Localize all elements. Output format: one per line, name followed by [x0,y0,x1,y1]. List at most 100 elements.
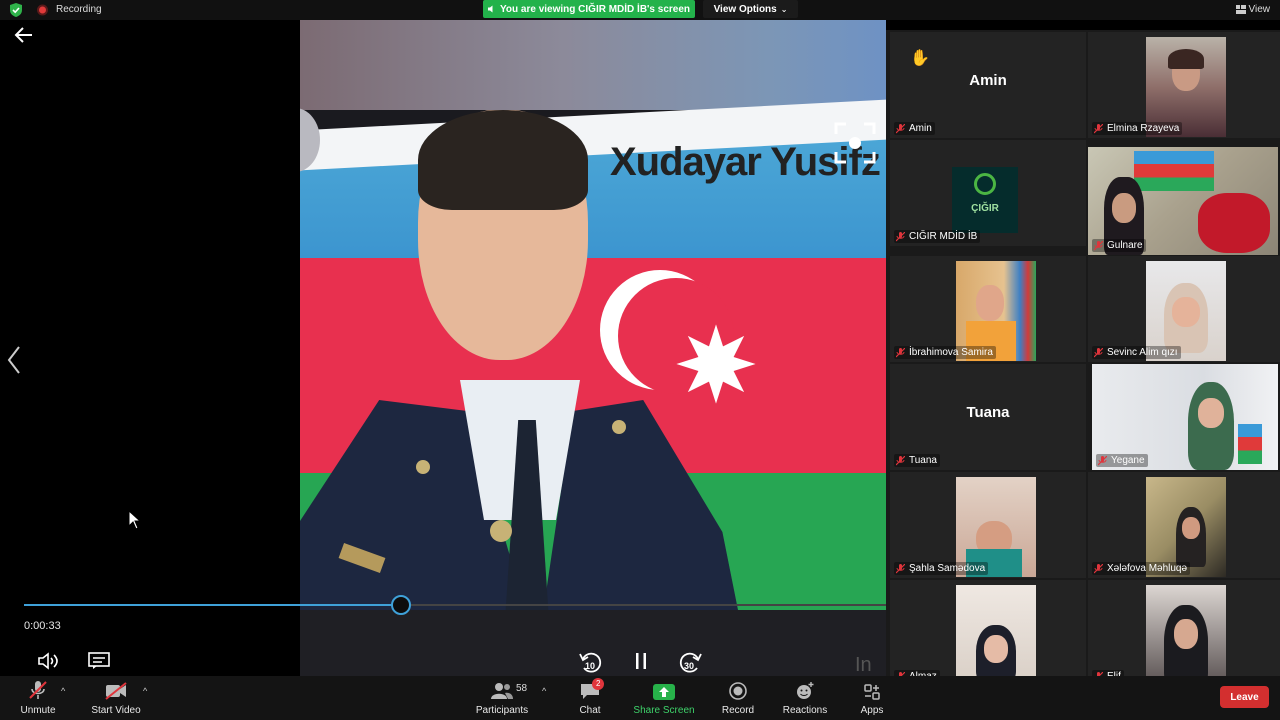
record-label: Record [721,705,755,716]
record-icon [729,682,747,700]
cigir-logo-text: ÇIĞIR [971,203,999,214]
view-options-button[interactable]: View Options ⌄ [703,0,798,18]
video-progress-bar[interactable] [24,595,886,615]
share-screen-label: Share Screen [633,705,695,716]
participant-gallery[interactable]: ✋ Amin Amin Elmina Rzayeva ÇIĞIR CIĞIR M… [886,30,1280,690]
apps-icon [864,684,880,700]
apps-label: Apps [860,705,884,716]
mic-muted-icon [1098,455,1107,465]
participant-tile[interactable]: Yegane [1092,364,1278,470]
unmute-button[interactable]: Unmute [14,676,62,720]
person-hair [418,110,588,210]
participant-name: Sevinc Alim qızı [1107,347,1178,358]
video-logo-text: In [855,654,872,676]
star-icon [676,324,756,404]
pause-icon[interactable] [634,652,648,670]
raised-hand-icon: ✋ [910,50,930,67]
shared-screen[interactable]: Xudayar Yusifz In 0:00:33 10 30 [0,20,886,676]
start-video-label: Start Video [91,705,141,716]
participant-tile[interactable]: ✋ Amin Amin [890,32,1086,138]
viewing-banner-text: You are viewing CIĞIR MDİD İB's screen [500,3,691,15]
progress-thumb[interactable] [390,595,411,615]
mic-muted-icon [896,563,905,573]
participant-name: Xəlǝfova Məhluqə [1107,563,1188,574]
mic-muted-icon [1094,563,1103,573]
participant-tile[interactable]: İbrahimova Samira [890,256,1086,362]
participant-name: Tuana [909,455,937,466]
participant-big-name: Amin [969,72,1007,89]
volume-icon[interactable] [38,652,60,670]
view-options-label: View Options [713,3,777,15]
leave-label: Leave [1230,691,1259,703]
unmute-label: Unmute [20,705,56,716]
participant-tile[interactable]: Xəlǝfova Məhluqə [1088,472,1280,578]
mic-muted-icon [1094,240,1103,250]
participant-name: İbrahimova Samira [909,347,993,358]
recording-icon [37,4,48,16]
participant-tile[interactable]: Sevinc Alim qızı [1088,256,1280,362]
progress-fill [24,604,401,606]
participant-tile[interactable]: ÇIĞIR CIĞIR MDİD İB [890,140,1086,246]
apps-button[interactable]: Apps [858,676,886,720]
video-off-icon [105,682,127,700]
chevron-down-icon: ⌄ [780,4,788,14]
mic-muted-icon [896,231,905,241]
participants-label: Participants [475,705,529,716]
participant-name: Yegane [1111,455,1145,466]
start-video-button[interactable]: Start Video [88,676,144,720]
mouse-cursor-icon [128,510,142,530]
video-frame[interactable]: Xudayar Yusifz In [300,20,886,676]
viewing-banner: You are viewing CIĞIR MDİD İB's screen [483,0,695,18]
scan-icon [834,122,876,164]
meeting-toolbar: Unmute ^ Start Video ^ Participants 58 ^… [0,676,1280,720]
participant-name: Gulnare [1107,240,1143,251]
mic-muted-icon [1094,347,1103,357]
chevron-up-icon[interactable]: ^ [61,686,65,696]
mini-flag [1238,424,1262,464]
red-flowers [1198,193,1270,253]
share-screen-icon [653,684,675,700]
view-button[interactable]: View [1235,4,1271,15]
participant-tile[interactable]: Almaz [890,580,1086,686]
mic-muted-icon [29,681,47,699]
mic-muted-icon [1094,123,1103,133]
speaker-icon [488,5,493,13]
chevron-left-icon[interactable] [6,345,22,375]
cigir-logo: ÇIĞIR [952,167,1018,233]
chat-label: Chat [579,705,601,716]
participant-tile[interactable]: Tuana Tuana [890,364,1086,470]
chevron-up-icon[interactable]: ^ [542,686,546,696]
epaulette-button [612,420,626,434]
record-button[interactable]: Record [718,676,758,720]
leave-button[interactable]: Leave [1220,686,1269,708]
participant-name: Elmina Rzayeva [1107,123,1180,134]
share-screen-button[interactable]: Share Screen [632,676,696,720]
participant-name: CIĞIR MDİD İB [909,231,978,242]
captions-icon[interactable] [88,652,110,670]
participants-icon [491,683,513,699]
participants-count: 58 [516,683,528,694]
rewind-seconds: 10 [585,661,596,671]
status-bar: Recording You are viewing CIĞIR MDİD İB'… [0,0,1280,20]
participant-name: Amin [909,123,932,134]
reactions-button[interactable]: Reactions [780,676,830,720]
participant-name: Şahla Samədova [909,563,986,574]
shield-icon[interactable] [10,3,22,17]
collar-badge [490,520,512,542]
participant-tile-active-speaker[interactable]: Gulnare [1088,147,1278,255]
participant-tile[interactable]: Elmina Rzayeva [1088,32,1280,138]
forward-seconds: 30 [684,661,695,671]
grid-view-icon [1235,5,1246,14]
participant-big-name: Tuana [966,404,1010,421]
participant-tile[interactable]: Elif [1088,580,1280,686]
participant-tile[interactable]: Şahla Samədova [890,472,1086,578]
flag-picture [1134,151,1214,191]
mic-muted-icon [896,347,905,357]
mic-muted-icon [896,123,905,133]
smiley-icon [797,682,814,699]
view-label: View [1248,4,1271,15]
recording-label: Recording [56,4,102,15]
chevron-up-icon[interactable]: ^ [143,686,147,696]
back-arrow-icon[interactable] [14,26,34,44]
video-time: 0:00:33 [24,620,61,632]
